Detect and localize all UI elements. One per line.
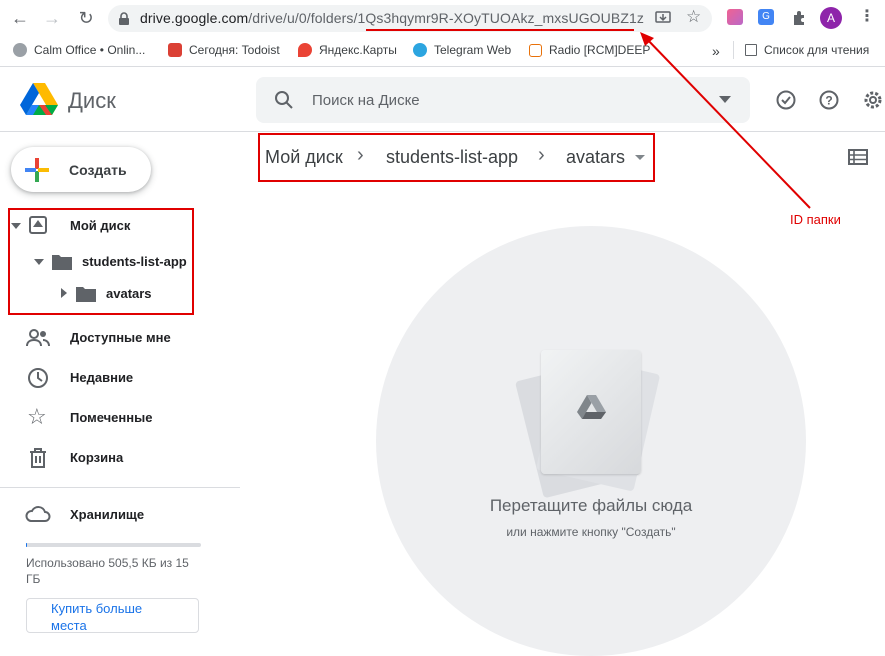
collapse-arrow-icon[interactable] [61,288,67,298]
shared-icon [26,329,50,347]
storage-progress-bar [26,543,201,547]
svg-text:?: ? [825,94,832,108]
breadcrumb-chevron-icon: › [538,144,545,166]
todoist-icon [168,43,182,57]
map-pin-icon [298,43,312,57]
google-drive-logo-icon[interactable] [20,83,58,117]
translate-extension-icon[interactable]: G [758,9,774,25]
nav-shared-with-me[interactable]: Доступные мне [70,330,171,345]
radio-icon [529,43,542,57]
help-icon[interactable]: ? [818,89,840,111]
settings-gear-icon[interactable] [862,89,884,111]
expand-arrow-icon[interactable] [34,259,44,265]
tree-avatars[interactable]: avatars [106,286,152,301]
empty-state-title: Перетащите файлы сюда [489,496,693,515]
buy-storage-label: Купить больше места [51,601,143,633]
expand-arrow-icon[interactable] [11,223,21,229]
bookmark-telegram[interactable]: Telegram Web [413,43,511,57]
bookmark-star-icon[interactable]: ☆ [686,7,701,27]
list-view-icon[interactable] [848,149,868,165]
drive-logo-text: Диск [68,88,116,113]
url-id-underline [366,29,634,31]
breadcrumb-my-drive[interactable]: Мой диск [265,147,343,168]
sidebar-divider [0,487,240,488]
extensions-puzzle-icon[interactable] [791,10,807,26]
plus-colored-icon [25,158,49,182]
storage-used-text: Использовано 505,5 КБ из 15 ГБ [26,556,189,586]
tree-students-list-app[interactable]: students-list-app [82,254,187,269]
storage-progress-fill [26,543,27,547]
search-input[interactable]: Поиск на Диске [312,92,420,109]
nav-trash[interactable]: Корзина [70,450,123,465]
bookmark-yandex-maps[interactable]: Яндекс.Карты [298,43,397,57]
calm-office-icon [13,43,27,57]
telegram-icon [413,43,427,57]
nav-storage[interactable]: Хранилище [70,507,144,522]
bookmark-todoist[interactable]: Сегодня: Todoist [168,43,280,57]
star-icon: ☆ [27,404,47,429]
extension-icon[interactable] [727,9,743,25]
drive-watermark-icon [577,395,606,419]
trash-icon [30,448,46,468]
breadcrumb-students-list-app[interactable]: students-list-app [386,147,518,168]
annotation-arrow [640,32,811,209]
nav-starred[interactable]: Помеченные [70,410,152,425]
forward-icon[interactable]: → [40,6,64,30]
install-app-icon[interactable] [655,10,671,26]
bookmark-calm-office[interactable]: Calm Office • Onlin... [13,43,145,57]
tree-my-drive[interactable]: Мой диск [70,218,130,233]
search-icon[interactable] [274,90,294,110]
address-url[interactable]: drive.google.com/drive/u/0/folders/1Qs3h… [140,10,644,26]
clock-icon [28,368,48,388]
profile-avatar[interactable]: A [820,7,842,29]
annotation-label: ID папки [790,212,841,227]
browser-menu-icon[interactable]: ⋮ [859,6,875,26]
create-button-label: Создать [69,162,127,178]
folder-icon [52,255,72,270]
reload-icon[interactable]: ↻ [74,6,98,30]
breadcrumb-avatars[interactable]: avatars [566,147,625,168]
nav-recent[interactable]: Недавние [70,370,133,385]
empty-state-subtitle: или нажмите кнопку "Создать" [506,525,676,539]
lock-icon [119,12,129,25]
folder-icon [76,287,96,302]
back-icon[interactable]: ← [8,6,32,30]
cloud-icon [25,506,51,522]
my-drive-icon [29,216,47,234]
breadcrumb-chevron-icon: › [357,144,364,166]
